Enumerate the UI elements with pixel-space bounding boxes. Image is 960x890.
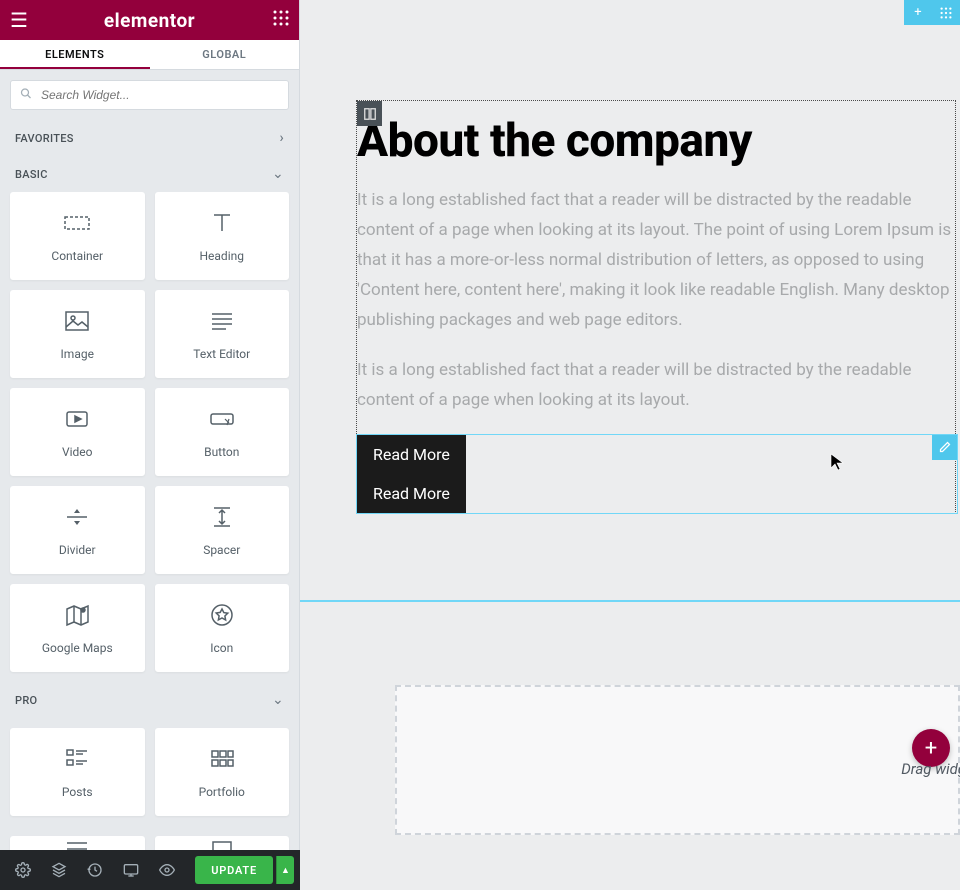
panel-tabs: ELEMENTS GLOBAL bbox=[0, 40, 299, 70]
add-section-button[interactable]: + bbox=[904, 0, 932, 25]
widget-label: Divider bbox=[59, 543, 96, 557]
page-heading[interactable]: About the company bbox=[357, 101, 955, 175]
button-icon bbox=[208, 405, 236, 433]
category-label: PRO bbox=[15, 694, 37, 707]
category-label: BASIC bbox=[15, 168, 48, 181]
paragraph: It is a long established fact that a rea… bbox=[357, 185, 955, 335]
update-options-button[interactable]: ▲ bbox=[276, 856, 294, 884]
widget-heading[interactable]: Heading bbox=[155, 192, 290, 280]
container-icon bbox=[63, 209, 91, 237]
category-label: FAVORITES bbox=[15, 132, 74, 145]
app-logo: elementor bbox=[104, 9, 195, 32]
heading-icon bbox=[208, 209, 236, 237]
portfolio-icon bbox=[208, 745, 236, 773]
preview-button[interactable] bbox=[150, 853, 184, 887]
widgets-panel: Container Heading Image Text Editor Vide… bbox=[0, 192, 299, 890]
tab-elements[interactable]: ELEMENTS bbox=[0, 40, 150, 69]
video-icon bbox=[63, 405, 91, 433]
menu-icon[interactable]: ☰ bbox=[10, 8, 28, 32]
chevron-down-icon: ⌄ bbox=[272, 692, 284, 708]
empty-section[interactable]: + Drag widg bbox=[395, 685, 960, 835]
image-icon bbox=[63, 307, 91, 335]
read-more-button[interactable]: Read More bbox=[357, 435, 466, 474]
widget-portfolio[interactable]: Portfolio bbox=[155, 728, 290, 816]
responsive-button[interactable] bbox=[114, 853, 148, 887]
widget-label: Button bbox=[204, 445, 239, 459]
maps-icon bbox=[63, 601, 91, 629]
divider-icon bbox=[63, 503, 91, 531]
navigator-button[interactable] bbox=[42, 853, 76, 887]
widget-label: Spacer bbox=[203, 543, 240, 557]
widget-spacer[interactable]: Spacer bbox=[155, 486, 290, 574]
widget-label: Video bbox=[62, 445, 93, 459]
widget-label: Heading bbox=[199, 249, 244, 263]
widget-image[interactable]: Image bbox=[10, 290, 145, 378]
editor-sidebar: ☰ elementor ELEMENTS GLOBAL FAVORITES › … bbox=[0, 0, 300, 890]
widget-video[interactable]: Video bbox=[10, 388, 145, 476]
category-pro[interactable]: PRO ⌄ bbox=[0, 682, 299, 718]
chevron-right-icon: › bbox=[279, 130, 284, 146]
widget-label: Container bbox=[51, 249, 103, 263]
widget-posts[interactable]: Posts bbox=[10, 728, 145, 816]
category-basic[interactable]: BASIC ⌄ bbox=[0, 156, 299, 192]
drag-section-button[interactable] bbox=[932, 0, 960, 25]
text-icon bbox=[208, 307, 236, 335]
widget-text-editor[interactable]: Text Editor bbox=[155, 290, 290, 378]
posts-icon bbox=[63, 745, 91, 773]
chevron-down-icon: ⌄ bbox=[272, 166, 284, 182]
widget-divider[interactable]: Divider bbox=[10, 486, 145, 574]
section-handle: + bbox=[904, 0, 960, 25]
widget-google-maps[interactable]: Google Maps bbox=[10, 584, 145, 672]
spacer-icon bbox=[208, 503, 236, 531]
history-button[interactable] bbox=[78, 853, 112, 887]
widget-label: Portfolio bbox=[199, 785, 245, 799]
icon-icon bbox=[208, 601, 236, 629]
search-wrap bbox=[0, 70, 299, 120]
widget-label: Icon bbox=[210, 641, 233, 655]
update-button[interactable]: UPDATE bbox=[195, 856, 273, 884]
editor-canvas: + About the company It is a long establi… bbox=[300, 0, 960, 890]
search-icon bbox=[20, 88, 32, 103]
widget-label: Posts bbox=[62, 785, 93, 799]
column[interactable]: About the company It is a long establish… bbox=[356, 100, 956, 514]
widget-label: Google Maps bbox=[42, 641, 113, 655]
tab-global[interactable]: GLOBAL bbox=[150, 40, 300, 69]
edit-widget-button[interactable] bbox=[932, 435, 957, 460]
settings-button[interactable] bbox=[6, 853, 40, 887]
category-favorites[interactable]: FAVORITES › bbox=[0, 120, 299, 156]
sidebar-footer: UPDATE ▲ bbox=[0, 850, 300, 890]
column-handle[interactable] bbox=[357, 101, 382, 126]
read-more-button[interactable]: Read More bbox=[357, 474, 466, 513]
widget-label: Text Editor bbox=[193, 347, 250, 361]
button-widget-selected[interactable]: Read More Read More bbox=[357, 435, 957, 513]
widget-button[interactable]: Button bbox=[155, 388, 290, 476]
widget-label: Image bbox=[61, 347, 94, 361]
apps-icon[interactable] bbox=[273, 10, 289, 30]
section[interactable]: + About the company It is a long establi… bbox=[300, 0, 960, 600]
widget-icon[interactable]: Icon bbox=[155, 584, 290, 672]
paragraph: It is a long established fact that a rea… bbox=[357, 355, 955, 415]
sidebar-header: ☰ elementor bbox=[0, 0, 299, 40]
update-label: UPDATE bbox=[211, 864, 257, 877]
drag-hint: Drag widg bbox=[901, 760, 960, 778]
text-editor-widget[interactable]: It is a long established fact that a rea… bbox=[357, 175, 955, 415]
widget-container[interactable]: Container bbox=[10, 192, 145, 280]
search-input[interactable] bbox=[10, 80, 289, 110]
